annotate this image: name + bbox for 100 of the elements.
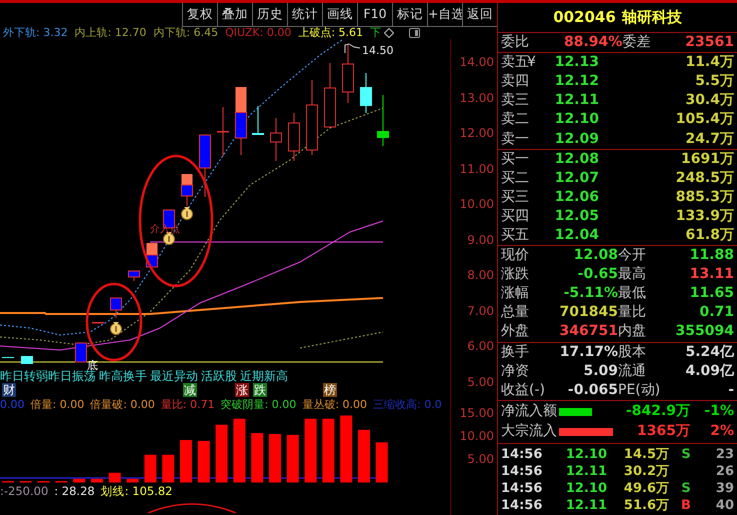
field-label: 换手	[501, 342, 530, 362]
candlestick	[21, 356, 33, 364]
candlestick	[217, 106, 229, 156]
field-value: 88.94%	[564, 33, 622, 52]
order-volume: 105.4万	[676, 110, 734, 130]
field-value: 11.65	[690, 284, 734, 304]
order-level-label: 买二	[501, 168, 530, 188]
order-volume: 1691万	[681, 150, 734, 169]
order-level-label: 卖五	[501, 53, 527, 72]
field-label: 收益(-)	[501, 380, 546, 400]
volume-bar	[162, 454, 174, 482]
toolbar-button[interactable]: 统计	[287, 3, 322, 27]
field-value: 17.17%	[558, 342, 618, 362]
candlestick	[110, 298, 122, 318]
field-value: 0.71	[699, 303, 734, 322]
volume-bar	[358, 430, 370, 482]
trade-price: 12.11	[564, 496, 607, 515]
volume-bar	[269, 434, 281, 482]
toolbar-button[interactable]: 复权	[182, 3, 217, 27]
indicator-value: 量比: 0.71	[160, 397, 215, 412]
trade-count: 23	[716, 446, 734, 464]
signal-label: 活跃股	[201, 370, 237, 383]
axis-label: 7.00	[466, 302, 494, 320]
legend-value: 内上轨: 12.70	[74, 27, 146, 39]
field-label: 大宗流入	[501, 422, 557, 442]
trade-side: S	[680, 446, 692, 464]
axis-label: 12.00	[458, 125, 494, 142]
trade-side: B	[680, 496, 692, 515]
signal-label: 最近异动	[150, 370, 198, 383]
order-price: 12.06	[554, 188, 599, 207]
signal-label: 昨日转弱昨日振荡	[0, 370, 96, 383]
toggle-icon	[409, 28, 420, 38]
legend-value: 下	[370, 27, 382, 39]
order-price: 12.10	[554, 110, 599, 130]
order-volume: 5.5万	[695, 72, 734, 92]
volume-bar	[198, 440, 210, 482]
volume-bar	[180, 440, 192, 482]
volume-bar	[286, 434, 299, 482]
field-value: -0.65	[576, 265, 618, 284]
toolbar-button[interactable]: 画线	[322, 3, 357, 27]
field-label: 最高	[618, 265, 646, 284]
signal-label: 近期新高	[240, 370, 288, 383]
candlestick	[146, 242, 158, 268]
order-price: 12.09	[554, 130, 599, 149]
field-label: 外盘	[501, 322, 530, 342]
order-price: 12.13	[554, 53, 599, 72]
currency-label: ¥	[527, 53, 533, 72]
signal-tag: 财	[2, 383, 16, 397]
toolbar-button[interactable]: 标记	[392, 3, 427, 27]
indicator-value: 倍量破: 0.00	[90, 397, 155, 412]
candlestick	[377, 94, 389, 146]
trade-price: 12.11	[564, 462, 607, 481]
field-label: 涨跌	[501, 265, 530, 284]
toolbar-button[interactable]: F10	[357, 3, 392, 27]
candlestick	[288, 112, 300, 162]
field-label: 净资	[501, 362, 530, 381]
indicator-value: 三缩收高: 0.0	[373, 397, 442, 412]
order-price: 12.12	[554, 72, 599, 92]
stock-code: 002046	[553, 7, 616, 28]
field-label: PE(动)	[618, 380, 660, 400]
order-level-label: 卖一	[501, 130, 530, 149]
order-price: 12.11	[554, 91, 599, 110]
volume-bar	[304, 418, 317, 482]
candlestick	[324, 62, 336, 128]
order-volume: 61.8万	[685, 226, 734, 245]
axis-label: 10.00	[458, 196, 494, 213]
trade-side: S	[680, 480, 692, 498]
readout-value: 划线: 105.82	[100, 485, 172, 498]
flow-value: -842.9万	[626, 402, 690, 422]
toolbar-button[interactable]: 历史	[252, 3, 287, 27]
candlestick	[181, 174, 193, 206]
indicator-value: 突破阴量: 0.00	[220, 397, 296, 412]
trade-price: 12.10	[564, 446, 607, 464]
field-label: 总量	[501, 303, 530, 322]
field-value: 355094	[676, 322, 734, 342]
field-label: 今开	[618, 246, 646, 266]
trade-time: 14:56	[501, 480, 544, 498]
candlestick	[270, 118, 282, 162]
axis-label: 5.00	[467, 451, 494, 468]
trade-count: 39	[716, 480, 734, 498]
order-volume: 133.9万	[676, 206, 734, 226]
order-price: 12.07	[554, 168, 599, 188]
price-label: 14.50	[362, 44, 394, 57]
field-label: 现价	[501, 246, 530, 266]
axis-label: 15.00	[460, 405, 494, 421]
trade-volume: 14.5万	[622, 446, 669, 464]
field-label: 量比	[618, 303, 646, 322]
readout-value: : 28.28	[54, 485, 95, 498]
diamond-icon	[384, 28, 394, 38]
volume-bar	[376, 442, 388, 482]
field-value: 13.11	[690, 265, 734, 284]
toolbar-button[interactable]: 叠加	[217, 3, 252, 27]
trade-time: 14:56	[501, 496, 544, 515]
toolbar-button[interactable]: 返回	[462, 3, 497, 27]
signal-tag: 榜	[323, 383, 337, 397]
legend-value: QIUZK: 0.00	[225, 27, 292, 39]
field-label: 净流入额	[501, 402, 557, 422]
order-level-label: 卖二	[501, 110, 530, 130]
axis-label: 10.00	[460, 428, 494, 444]
indicator-value: 量丛破: 0.00	[302, 397, 368, 412]
